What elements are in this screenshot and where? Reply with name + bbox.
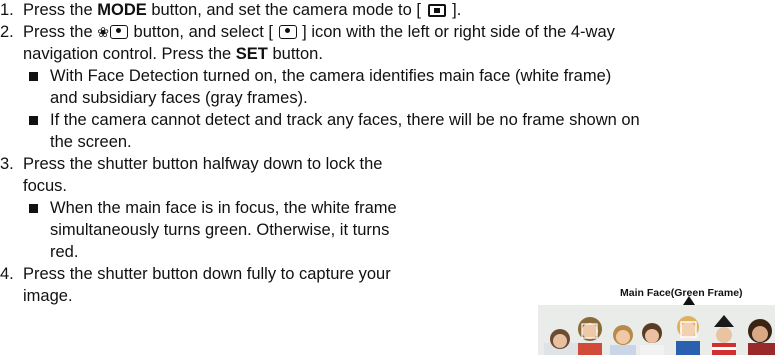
bullet-3-line-1: When the main face is in focus, the whit… <box>50 199 397 217</box>
bullet-2-line-1: If the camera cannot detect and track an… <box>50 111 640 129</box>
children-photo <box>538 305 775 355</box>
mode-button-label: MODE <box>97 1 147 19</box>
flower-macro-icon: ❀ <box>97 24 109 40</box>
camera-mode-icon <box>427 4 446 17</box>
step-4: 4. Press the shutter button down fully t… <box>0 265 391 283</box>
step-number: 3. <box>0 155 14 173</box>
bullet-1-line-1: With Face Detection turned on, the camer… <box>50 67 612 85</box>
bullet-3-line-2: simultaneously turns green. Otherwise, i… <box>50 221 390 239</box>
face-detection-icon <box>109 25 128 39</box>
step-3: 3. Press the shutter button halfway down… <box>0 155 383 173</box>
bullet-3-line-3: red. <box>50 243 79 261</box>
bullet-icon <box>29 116 38 125</box>
step-2-line-2: navigation control. Press the SET button… <box>23 45 323 63</box>
bullet-1-line-2: and subsidiary faces (gray frames). <box>50 89 308 107</box>
step-number: 2. <box>0 23 14 41</box>
step-number: 1. <box>0 1 14 19</box>
set-button-label: SET <box>235 45 268 63</box>
step-number: 4. <box>0 265 14 283</box>
bullet-icon <box>29 204 38 213</box>
step-1: 1. Press the MODE button, and set the ca… <box>0 1 462 19</box>
figure-label: Main Face(Green Frame) <box>620 287 743 299</box>
step-2: 2. Press the ❀ button, and select [ ] ic… <box>0 23 615 41</box>
bullet-2-line-2: the screen. <box>50 133 132 151</box>
face-detection-icon <box>278 25 297 39</box>
step-3-line-2: focus. <box>23 177 68 195</box>
step-4-line-2: image. <box>23 287 73 305</box>
bullet-icon <box>29 72 38 81</box>
